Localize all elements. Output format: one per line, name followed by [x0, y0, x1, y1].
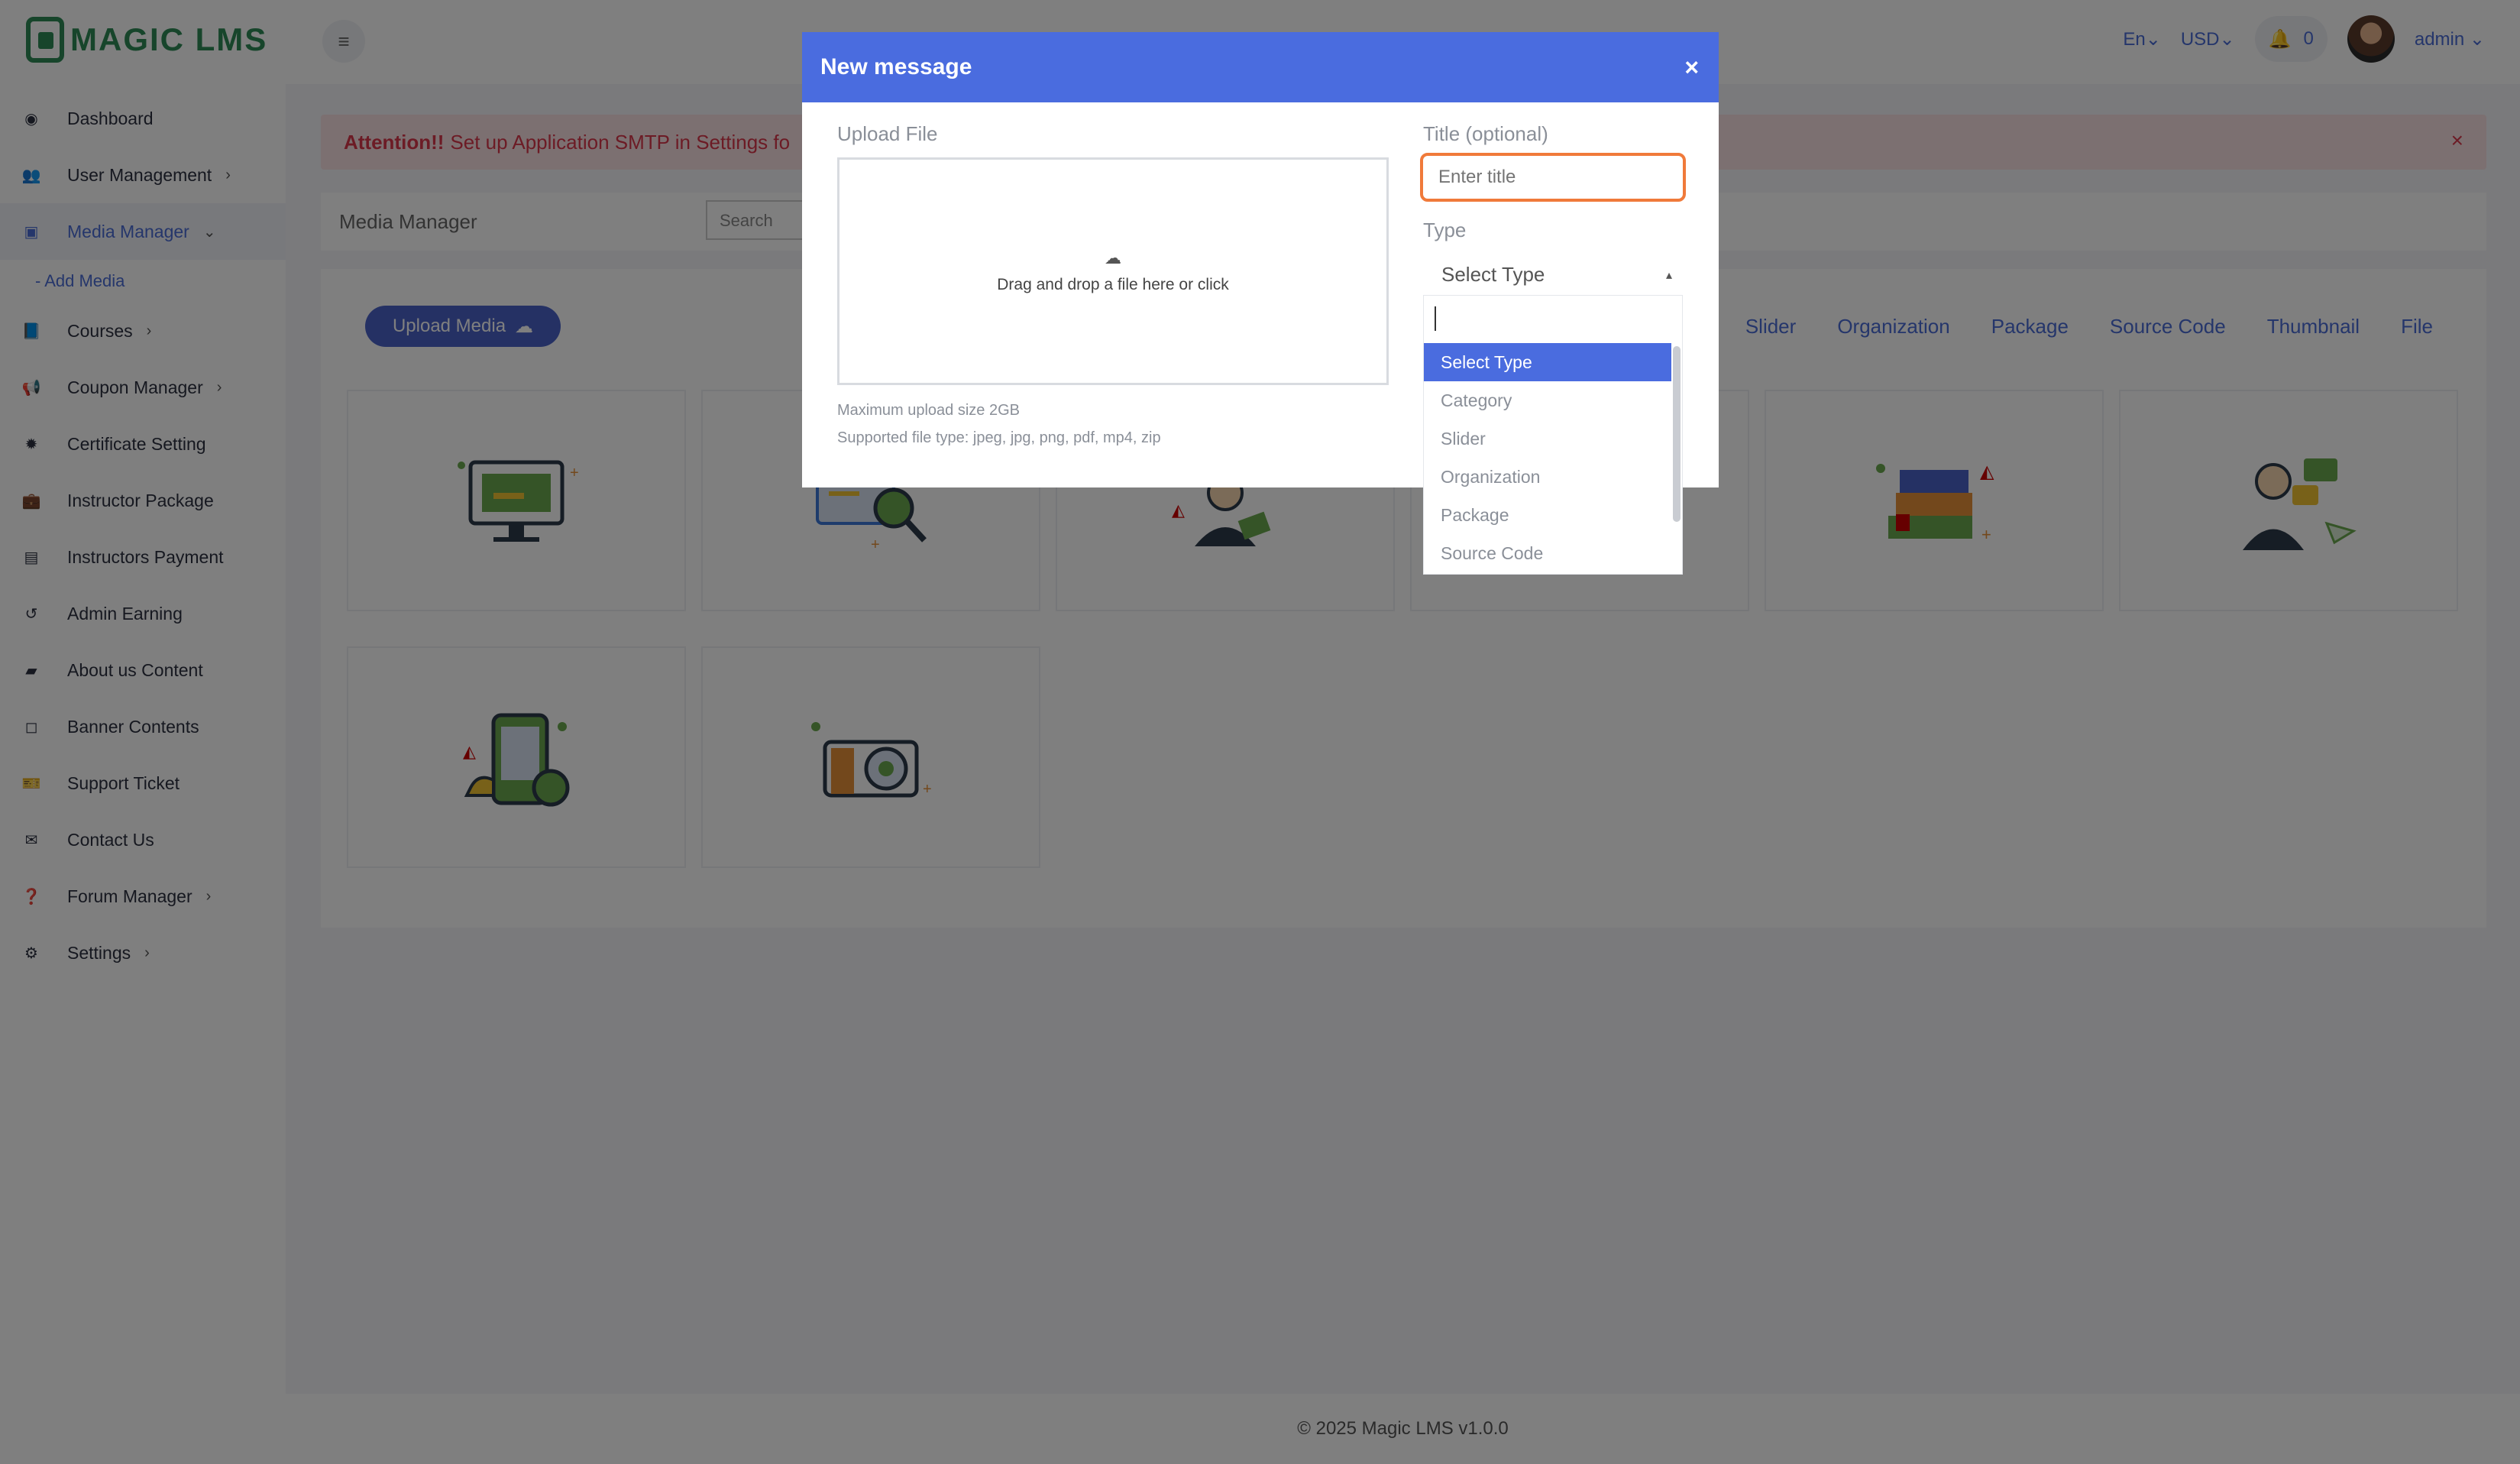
title-input[interactable] — [1420, 153, 1686, 202]
modal-title: New message — [820, 54, 972, 79]
close-icon[interactable]: × — [1684, 53, 1699, 82]
type-option[interactable]: Package — [1424, 496, 1671, 534]
caret-up-icon: ▴ — [1665, 269, 1672, 282]
type-option[interactable]: Source Code — [1424, 534, 1671, 572]
type-label: Type — [1423, 219, 1467, 241]
modal-header: New message × — [802, 32, 1719, 102]
title-label: Title (optional) — [1423, 122, 1548, 145]
upload-file-label: Upload File — [837, 122, 938, 145]
type-option[interactable]: Select Type — [1424, 343, 1671, 381]
dropzone-text: Drag and drop a file here or click — [997, 276, 1229, 293]
max-upload-size: Maximum upload size 2GB — [837, 402, 1020, 419]
type-options: Select Type Category Slider Organization Pac… — [1424, 343, 1671, 572]
type-dropdown: Select Type Category Slider Organization Pac… — [1423, 295, 1683, 575]
new-message-modal: New message × Upload File ☁ Drag and dro… — [802, 32, 1719, 575]
dropdown-scrollbar[interactable] — [1673, 346, 1681, 522]
cloud-upload-icon: ☁ — [1105, 248, 1121, 267]
type-search-input[interactable] — [1424, 296, 1682, 343]
type-option[interactable]: Slider — [1424, 419, 1671, 458]
type-option[interactable]: Organization — [1424, 458, 1671, 496]
supported-file-types: Supported file type: jpeg, jpg, png, pdf… — [837, 429, 1161, 446]
text-cursor — [1435, 306, 1436, 331]
type-select[interactable]: Select Type ▴ — [1423, 252, 1683, 296]
type-option[interactable]: Category — [1424, 381, 1671, 419]
file-dropzone[interactable]: ☁ Drag and drop a file here or click — [837, 157, 1389, 385]
type-select-value: Select Type — [1441, 262, 1545, 286]
